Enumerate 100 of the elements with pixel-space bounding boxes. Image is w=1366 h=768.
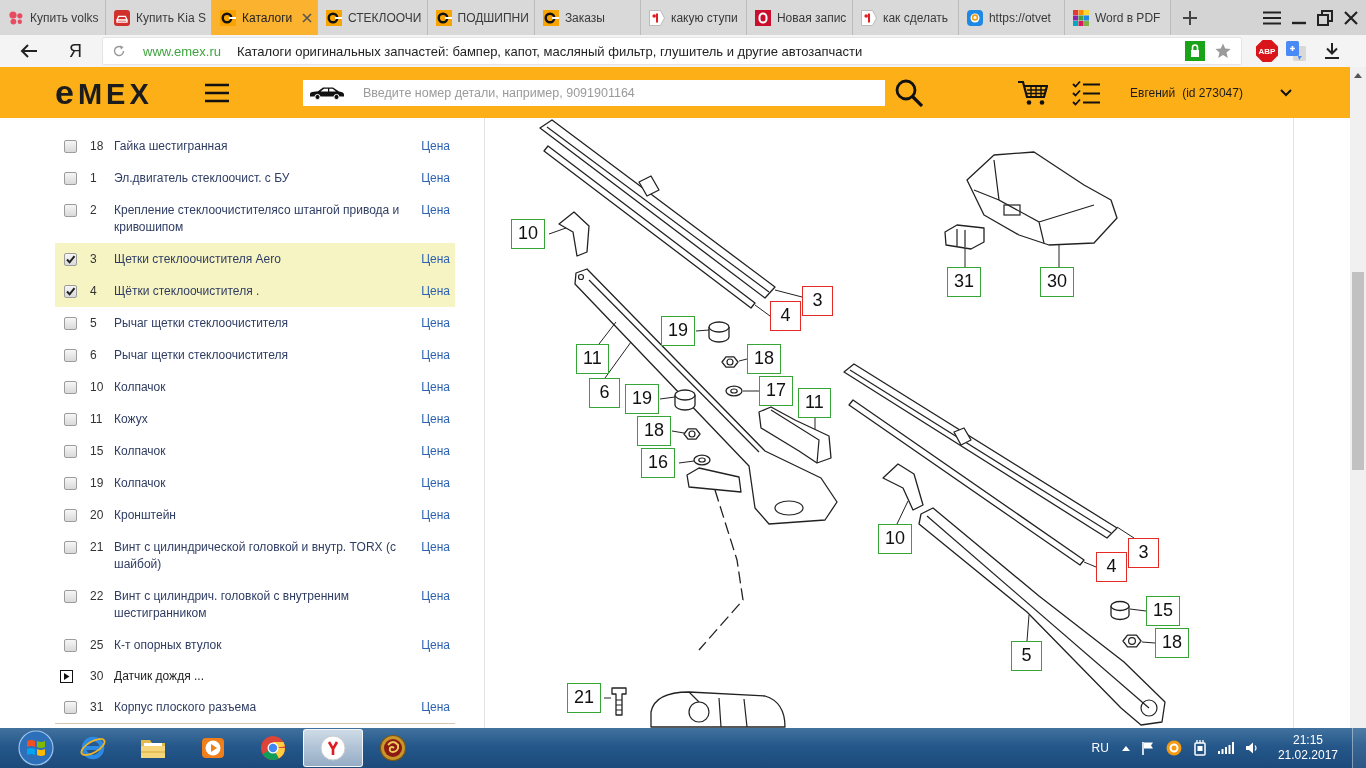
signal-bars-icon[interactable]	[1217, 742, 1234, 754]
price-link[interactable]: Цена	[421, 378, 450, 396]
adblock-button[interactable]: ABP	[1256, 40, 1278, 62]
browser-tab[interactable]: ПОДШИПНИ	[427, 0, 535, 35]
scroll-up-icon[interactable]	[1354, 73, 1362, 78]
checkbox[interactable]	[64, 171, 77, 185]
price-link[interactable]: Цена	[421, 137, 450, 155]
checkbox[interactable]	[64, 540, 77, 554]
clock-date[interactable]: 21.02.2017	[1277, 748, 1338, 763]
callout-label[interactable]: 31	[947, 267, 982, 297]
price-link[interactable]: Цена	[421, 346, 450, 364]
callout-label[interactable]: 10	[511, 219, 546, 249]
callout-label[interactable]: 4	[1096, 552, 1127, 582]
checkbox[interactable]	[64, 139, 77, 153]
browser-home-button[interactable]: Я	[67, 40, 84, 62]
checkbox[interactable]	[64, 638, 77, 652]
price-link[interactable]: Цена	[421, 587, 450, 605]
browser-tab[interactable]: Новая запис	[746, 0, 853, 35]
price-link[interactable]: Цена	[421, 314, 450, 332]
callout-label[interactable]: 30	[1040, 267, 1075, 297]
scrollbar[interactable]	[1350, 67, 1366, 728]
callout-label[interactable]: 4	[770, 301, 801, 331]
price-link[interactable]: Цена	[421, 282, 450, 300]
browser-tab[interactable]: СТЕКЛООЧИ	[318, 0, 428, 35]
ring-icon[interactable]	[1165, 740, 1182, 756]
taskbar-button[interactable]	[303, 729, 363, 767]
price-link[interactable]: Цена	[421, 698, 450, 716]
browser-tab[interactable]: Купить volks	[0, 0, 106, 35]
checkbox[interactable]	[64, 508, 77, 522]
callout-label[interactable]: 11	[798, 388, 831, 418]
browser-tab[interactable]: Word в PDF	[1064, 0, 1171, 35]
checkbox[interactable]	[64, 348, 77, 362]
scrollbar-thumb[interactable]	[1352, 272, 1364, 470]
callout-label[interactable]: 11	[576, 344, 609, 374]
caret-up-icon[interactable]	[1121, 745, 1130, 751]
browser-tab[interactable]: Купить Kia S	[106, 0, 212, 35]
checkbox[interactable]	[64, 203, 77, 217]
checkbox[interactable]	[64, 316, 77, 330]
checkbox[interactable]	[64, 444, 77, 458]
checkbox[interactable]	[64, 476, 77, 490]
checkbox[interactable]	[64, 589, 77, 603]
checkbox[interactable]	[64, 380, 77, 394]
price-link[interactable]: Цена	[421, 250, 450, 268]
callout-label[interactable]: 3	[802, 286, 833, 316]
checkbox[interactable]	[64, 700, 77, 714]
expand-toggle[interactable]	[60, 669, 73, 683]
price-link[interactable]: Цена	[421, 201, 450, 219]
reload-icon[interactable]	[113, 45, 125, 57]
callout-label[interactable]: 15	[1146, 596, 1181, 626]
address-bar[interactable]: www.emex.ru Каталоги оригинальных запчастей: бампер, капот, масляный фильтр, глушитель и другие автозапчасти	[102, 37, 1242, 65]
site-logo[interactable]: eMEX	[55, 74, 160, 111]
callout-label[interactable]: 5	[1011, 641, 1042, 671]
callout-label[interactable]: 10	[878, 524, 913, 554]
browser-tab[interactable]: https://otvet	[958, 0, 1065, 35]
restore-icon[interactable]	[1317, 9, 1333, 26]
translate-icon[interactable]	[1286, 41, 1306, 61]
browser-tab[interactable]: как сделать	[852, 0, 959, 35]
browser-tab[interactable]: Каталоги	[212, 0, 318, 35]
callout-label[interactable]: 18	[747, 344, 782, 374]
checkbox[interactable]	[64, 284, 77, 298]
flag-icon[interactable]	[1140, 741, 1155, 755]
callout-label[interactable]: 19	[661, 316, 696, 346]
search-field[interactable]: Введите номер детали, например, 9091901164	[303, 79, 885, 106]
search-icon[interactable]	[895, 78, 923, 107]
checkbox[interactable]	[64, 252, 77, 266]
price-link[interactable]: Цена	[421, 636, 450, 654]
checkbox[interactable]	[64, 412, 77, 426]
speaker-icon[interactable]	[1244, 741, 1259, 755]
menu-icon[interactable]	[1263, 10, 1281, 25]
callout-label[interactable]: 17	[759, 376, 794, 406]
device-icon[interactable]	[1192, 740, 1207, 756]
callout-label[interactable]: 18	[637, 416, 672, 446]
back-icon[interactable]	[20, 44, 37, 58]
cart-icon[interactable]	[1018, 79, 1048, 106]
callout-label[interactable]: 3	[1128, 538, 1159, 568]
plus-icon[interactable]	[1182, 10, 1197, 25]
download-icon[interactable]	[1324, 43, 1340, 59]
price-link[interactable]: Цена	[421, 538, 450, 556]
show-desktop-button[interactable]	[1352, 728, 1366, 768]
price-link[interactable]: Цена	[421, 474, 450, 492]
language-indicator[interactable]: RU	[1091, 741, 1109, 755]
menu-icon[interactable]	[205, 82, 229, 103]
star-icon[interactable]	[1215, 43, 1231, 59]
callout-label[interactable]: 19	[625, 384, 660, 414]
checklist-icon[interactable]	[1072, 79, 1100, 106]
callout-label[interactable]: 16	[641, 448, 676, 478]
lock-icon[interactable]	[1185, 41, 1205, 61]
browser-tab[interactable]: Заказы	[534, 0, 641, 35]
close-icon[interactable]	[1344, 10, 1358, 25]
price-link[interactable]: Цена	[421, 506, 450, 524]
price-link[interactable]: Цена	[421, 442, 450, 460]
callout-label[interactable]: 18	[1155, 628, 1190, 658]
browser-tab[interactable]: какую ступи	[640, 0, 747, 35]
user-name[interactable]: Евгений	[1130, 85, 1176, 100]
caret-icon[interactable]	[1280, 88, 1292, 97]
group-name[interactable]: Датчик дождя ...	[114, 667, 450, 685]
callout-label[interactable]: 6	[589, 378, 620, 408]
clock-time[interactable]: 21:15	[1292, 733, 1323, 748]
price-link[interactable]: Цена	[421, 169, 450, 187]
price-link[interactable]: Цена	[421, 410, 450, 428]
